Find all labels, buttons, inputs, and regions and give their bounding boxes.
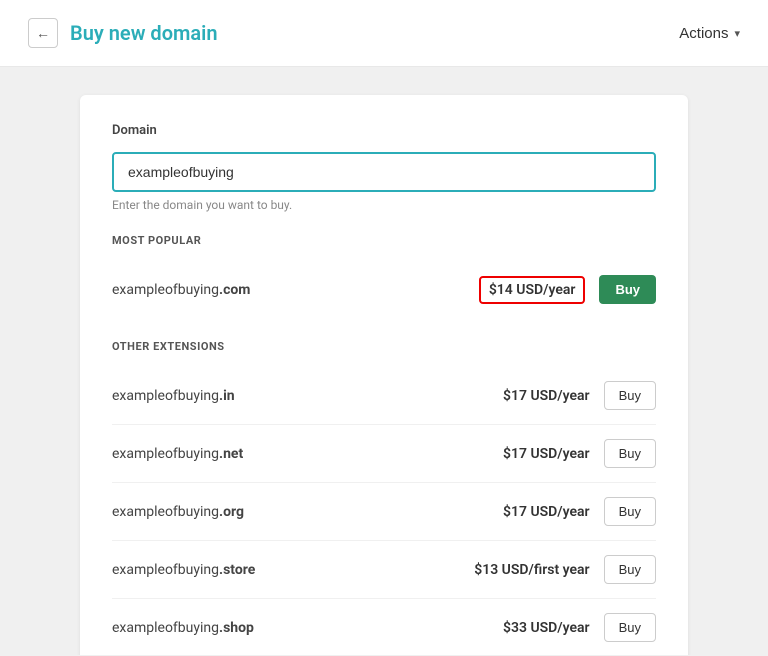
- other-domain-name: exampleofbuying.net: [112, 446, 243, 462]
- other-domain-row: exampleofbuying.store $13 USD/first year B…: [112, 541, 656, 599]
- actions-button[interactable]: Actions ▾: [679, 25, 740, 42]
- top-bar: ← Buy new domain Actions ▾: [0, 0, 768, 67]
- other-extensions-label: OTHER EXTENSIONS: [112, 340, 656, 353]
- other-domain-row-right: $33 USD/year Buy: [503, 613, 656, 642]
- domain-input[interactable]: [112, 152, 656, 192]
- back-button[interactable]: ←: [28, 18, 58, 48]
- other-domain-row: exampleofbuying.org $17 USD/year Buy: [112, 483, 656, 541]
- popular-section: MOST POPULAR exampleofbuying.com $14 USD…: [112, 234, 656, 318]
- other-domain-row-right: $17 USD/year Buy: [503, 497, 656, 526]
- other-domain-price: $13 USD/first year: [474, 562, 589, 578]
- domain-section-label: Domain: [112, 123, 656, 138]
- other-buy-button[interactable]: Buy: [604, 497, 656, 526]
- other-domain-price: $33 USD/year: [503, 620, 590, 636]
- other-domain-price: $17 USD/year: [503, 446, 590, 462]
- chevron-down-icon: ▾: [734, 27, 740, 40]
- other-domain-row: exampleofbuying.shop $33 USD/year Buy: [112, 599, 656, 655]
- popular-domain-price: $14 USD/year: [479, 276, 586, 304]
- other-domain-name: exampleofbuying.store: [112, 562, 255, 578]
- other-buy-button[interactable]: Buy: [604, 381, 656, 410]
- page-title: Buy new domain: [70, 21, 218, 45]
- other-domains-list: exampleofbuying.in$17 USD/yearBuyexample…: [112, 367, 656, 655]
- back-icon: ←: [36, 25, 50, 41]
- other-domain-row-right: $17 USD/year Buy: [503, 381, 656, 410]
- actions-label: Actions: [679, 25, 728, 42]
- top-bar-left: ← Buy new domain: [28, 18, 218, 48]
- other-buy-button[interactable]: Buy: [604, 613, 656, 642]
- other-domain-price: $17 USD/year: [503, 504, 590, 520]
- main-content: Domain Enter the domain you want to buy.…: [0, 67, 768, 655]
- other-domain-price: $17 USD/year: [503, 388, 590, 404]
- popular-domain-name: exampleofbuying.com: [112, 282, 250, 298]
- other-domain-row-right: $13 USD/first year Buy: [474, 555, 656, 584]
- domain-input-hint: Enter the domain you want to buy.: [112, 198, 656, 212]
- popular-buy-button[interactable]: Buy: [599, 275, 656, 304]
- domain-card: Domain Enter the domain you want to buy.…: [80, 95, 688, 655]
- popular-domain-row: exampleofbuying.com $14 USD/year Buy: [112, 261, 656, 318]
- other-buy-button[interactable]: Buy: [604, 555, 656, 584]
- other-domain-name: exampleofbuying.org: [112, 504, 244, 520]
- other-buy-button[interactable]: Buy: [604, 439, 656, 468]
- other-domain-row-right: $17 USD/year Buy: [503, 439, 656, 468]
- other-domain-row: exampleofbuying.net $17 USD/year Buy: [112, 425, 656, 483]
- other-domain-row: exampleofbuying.in $17 USD/year Buy: [112, 367, 656, 425]
- other-domain-name: exampleofbuying.shop: [112, 620, 254, 636]
- popular-domain-row-right: $14 USD/year Buy: [479, 275, 656, 304]
- most-popular-label: MOST POPULAR: [112, 234, 656, 247]
- other-section: OTHER EXTENSIONS exampleofbuying.in $17 U…: [112, 340, 656, 655]
- other-domain-name: exampleofbuying.in: [112, 388, 235, 404]
